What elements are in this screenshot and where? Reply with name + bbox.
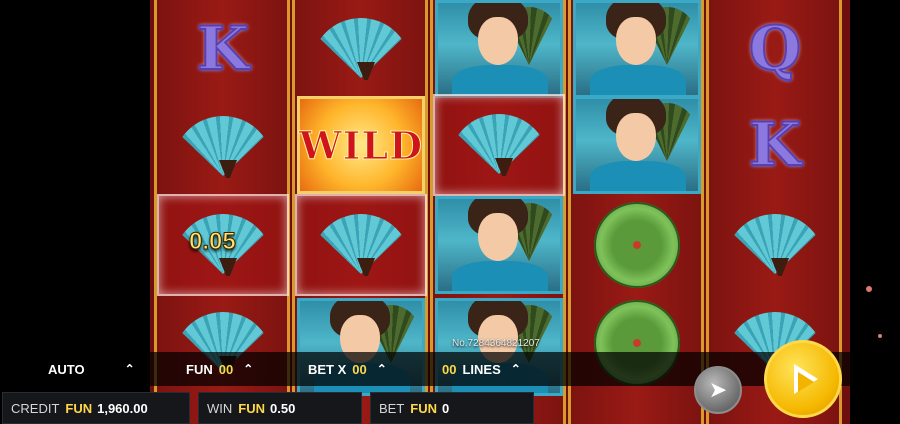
sparkle-decoration	[878, 334, 882, 338]
symbol-lady	[573, 0, 701, 98]
win-currency: FUN	[238, 400, 265, 416]
letter-k-symbol: K	[748, 109, 802, 181]
spin-button[interactable]	[764, 340, 842, 418]
auto-spin-button[interactable]: AUTO ⌃	[48, 352, 135, 386]
symbol-wild: WILD	[297, 96, 425, 194]
letter-q-symbol: Q	[748, 13, 802, 85]
credit-display: CREDIT FUN 1,960.00	[2, 392, 190, 424]
fun-value: 00	[218, 361, 234, 377]
umbrella-icon	[594, 202, 680, 288]
fun-label: FUN	[186, 361, 213, 377]
credit-amount: 1,960.00	[97, 400, 148, 416]
chevron-up-icon: ⌃	[124, 362, 135, 376]
bet-currency: FUN	[410, 400, 438, 416]
win-amount: 0.50	[270, 400, 296, 416]
chevron-up-icon: ⌃	[376, 362, 387, 376]
chevron-up-icon: ⌃	[243, 362, 254, 376]
bet-multiplier-selector[interactable]: BET X 00 ⌃	[308, 352, 387, 386]
sparkle-decoration	[866, 286, 872, 292]
symbol-fan	[159, 98, 287, 196]
symbol-lady	[573, 96, 701, 194]
chevron-up-icon: ⌃	[510, 362, 521, 376]
bet-x-label: BET X	[308, 361, 347, 377]
lady-icon	[576, 3, 698, 95]
symbol-k: K	[711, 96, 839, 194]
lady-icon	[438, 199, 560, 291]
fan-icon	[449, 114, 549, 176]
symbol-umbrella	[573, 196, 701, 294]
win-amount-label: 0.05	[189, 228, 237, 256]
lines-selector[interactable]: 00 LINES ⌃	[442, 352, 521, 386]
round-serial-number: No.7284364821207	[452, 338, 540, 349]
lines-label: LINES	[462, 361, 501, 377]
symbol-lady	[435, 0, 563, 98]
fan-icon	[311, 214, 411, 276]
win-label: WIN	[207, 400, 233, 416]
auto-label: AUTO	[48, 361, 85, 377]
rabbit-icon: ➤	[708, 377, 728, 402]
fan-icon	[311, 18, 411, 80]
fan-icon	[725, 214, 825, 276]
symbol-q: Q	[711, 0, 839, 98]
letter-k-symbol: K	[196, 13, 250, 85]
fan-icon	[173, 116, 273, 178]
symbol-fan-winning	[433, 94, 565, 196]
symbol-lady	[435, 196, 563, 294]
lines-value: 00	[442, 361, 457, 377]
turbo-button[interactable]: ➤	[694, 366, 742, 414]
fun-selector[interactable]: FUN 00 ⌃	[186, 352, 253, 386]
bet-label: BET	[379, 400, 405, 416]
win-display: WIN FUN 0.50	[198, 392, 362, 424]
lady-icon	[438, 3, 560, 95]
wild-label: WILD	[298, 122, 424, 168]
symbol-fan	[297, 0, 425, 98]
credit-label: CREDIT	[11, 400, 60, 416]
bet-amount: 0	[442, 400, 450, 416]
bet-display: BET FUN 0	[370, 392, 534, 424]
symbol-fan	[711, 196, 839, 294]
symbol-fan-winning	[295, 194, 427, 296]
credit-currency: FUN	[65, 400, 93, 416]
symbol-k: K	[159, 0, 287, 98]
lady-icon	[576, 99, 698, 191]
symbol-fan-winning: 0.05	[157, 194, 289, 296]
bet-x-value: 00	[352, 361, 367, 377]
